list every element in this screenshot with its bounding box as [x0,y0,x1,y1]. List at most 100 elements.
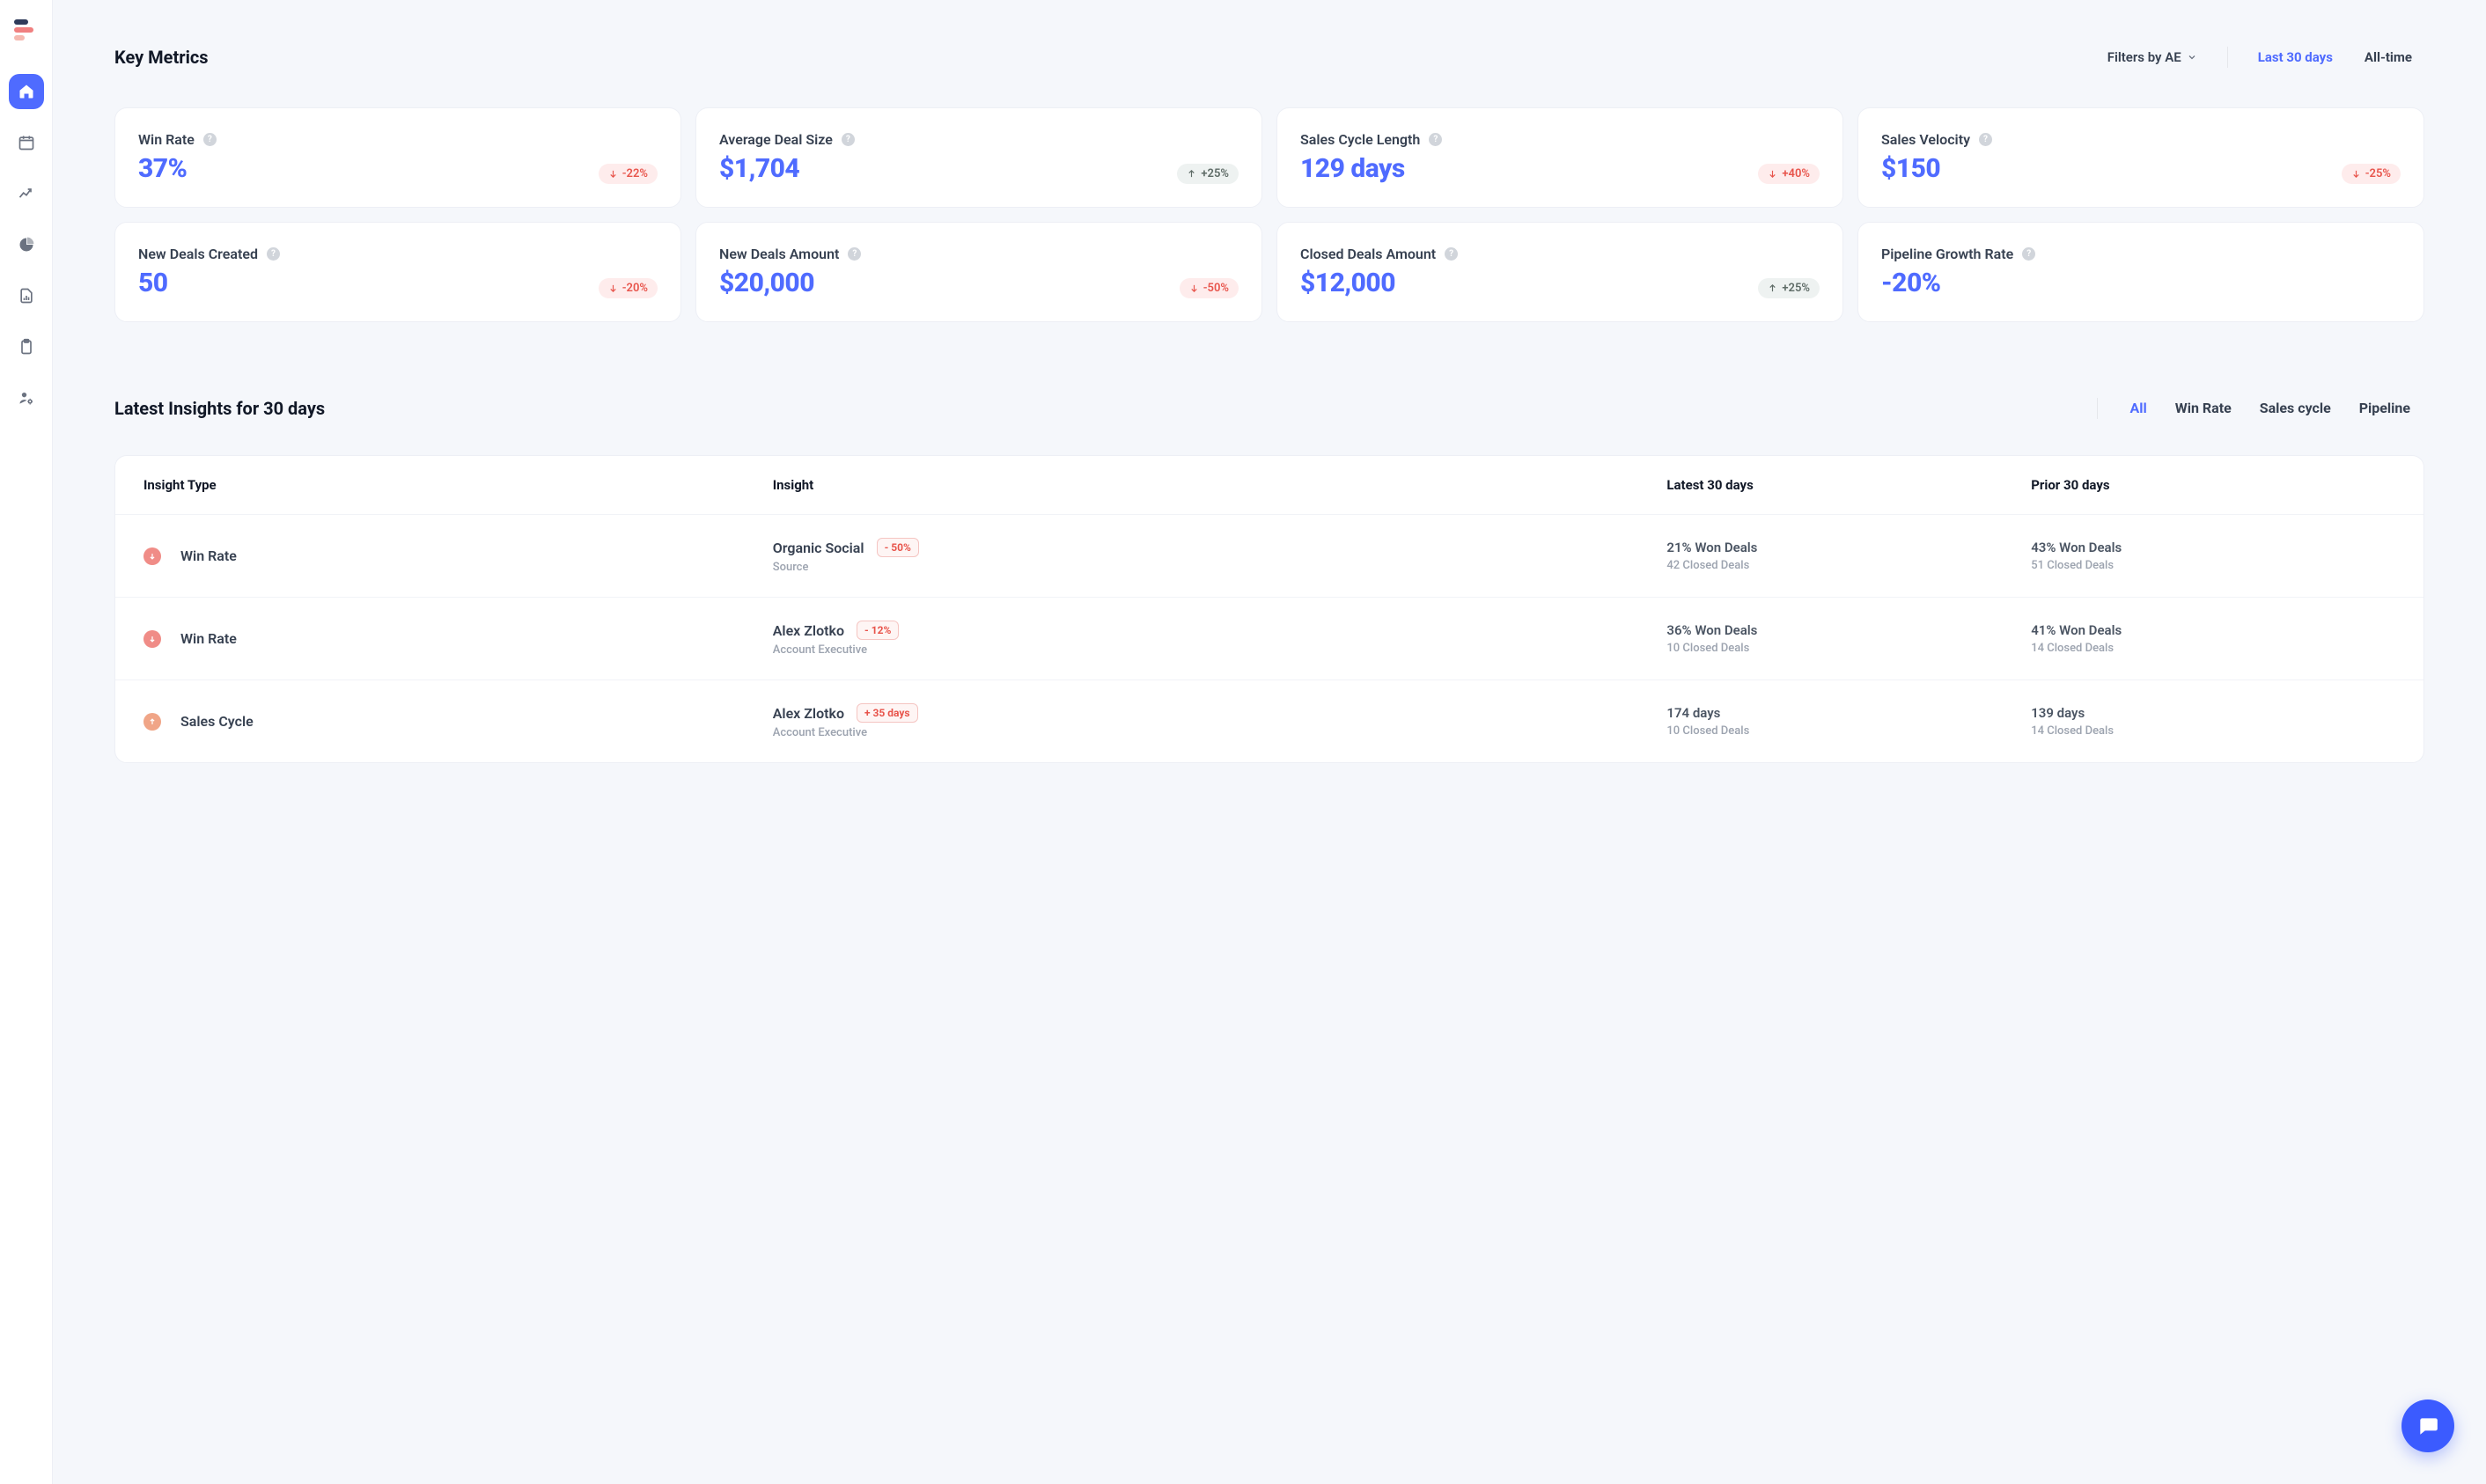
insights-header: Latest Insights for 30 days All Win Rate… [114,393,2424,423]
trend-icon [18,185,35,202]
metric-value: $12,000 [1300,268,1395,298]
metric-card[interactable]: Average Deal Size ? $1,704 +25% [695,107,1262,208]
help-icon[interactable]: ? [1429,133,1442,146]
table-row[interactable]: Win Rate Alex Zlotko - 12% Account Execu… [115,597,2423,680]
help-icon[interactable]: ? [2022,247,2035,261]
pie-chart-icon [18,236,35,253]
row-type-label: Win Rate [180,547,237,564]
metric-delta: -22% [622,167,648,180]
arrow-down-icon [1189,283,1199,293]
tab-all[interactable]: All [2115,393,2160,423]
nav-trend[interactable] [9,176,44,211]
row-type-cell: Win Rate [143,547,773,565]
insights-title: Latest Insights for 30 days [114,398,325,419]
chat-button[interactable] [2401,1400,2454,1452]
prior-secondary: 51 Closed Deals [2031,559,2395,572]
metric-label: Closed Deals Amount [1300,246,1436,262]
divider [2227,47,2228,68]
metric-delta-badge: -22% [599,164,658,184]
help-icon[interactable]: ? [1979,133,1992,146]
help-icon[interactable]: ? [848,247,861,261]
insight-pill: - 50% [877,538,919,557]
insight-pill: - 12% [857,621,899,640]
metric-card[interactable]: Pipeline Growth Rate ? -20% [1857,222,2424,322]
metric-value: $150 [1881,153,1940,184]
row-prior-cell: 43% Won Deals 51 Closed Deals [2031,540,2395,572]
app-logo [14,18,39,42]
metric-delta-badge: +40% [1758,164,1820,184]
clipboard-icon [18,338,35,356]
trend-down-icon [143,547,161,565]
nav-user-settings[interactable] [9,380,44,415]
help-icon[interactable]: ? [1445,247,1458,261]
trend-down-icon [143,630,161,648]
metric-value: 129 days [1300,153,1405,184]
nav-report[interactable] [9,278,44,313]
nav-pie[interactable] [9,227,44,262]
chat-icon [2416,1414,2439,1437]
col-header-prior: Prior 30 days [2031,477,2395,493]
metric-delta-badge: +25% [1177,164,1239,184]
latest-primary: 21% Won Deals [1666,540,2031,555]
col-header-insight: Insight [773,477,1667,493]
latest-primary: 36% Won Deals [1666,622,2031,638]
row-insight-cell: Alex Zlotko + 35 days Account Executive [773,703,1667,739]
insight-sub: Account Executive [773,726,1667,739]
divider [2097,398,2098,419]
row-latest-cell: 21% Won Deals 42 Closed Deals [1666,540,2031,572]
metric-label: Sales Cycle Length [1300,131,1420,148]
insight-title: Alex Zlotko [773,622,844,639]
tab-pipeline[interactable]: Pipeline [2345,393,2424,423]
row-type-cell: Win Rate [143,630,773,648]
insights-table: Insight Type Insight Latest 30 days Prio… [114,455,2424,763]
sidebar [0,0,53,1484]
row-latest-cell: 36% Won Deals 10 Closed Deals [1666,622,2031,655]
arrow-up-icon [1187,169,1196,179]
table-row[interactable]: Sales Cycle Alex Zlotko + 35 days Accoun… [115,680,2423,762]
metric-label: Pipeline Growth Rate [1881,246,2013,262]
latest-secondary: 10 Closed Deals [1666,642,2031,655]
metric-delta: +25% [1782,282,1810,295]
metrics-grid: Win Rate ? 37% -22% Average Deal Size ? … [114,107,2424,322]
metric-card[interactable]: New Deals Amount ? $20,000 -50% [695,222,1262,322]
help-icon[interactable]: ? [842,133,855,146]
metric-value: $1,704 [719,153,799,184]
time-last-30[interactable]: Last 30 days [2246,42,2345,72]
insight-title: Organic Social [773,540,864,556]
nav-home[interactable] [9,74,44,109]
metric-delta-badge: -25% [2342,164,2401,184]
prior-secondary: 14 Closed Deals [2031,724,2395,738]
user-gear-icon [18,389,35,407]
page-title: Key Metrics [114,47,209,68]
prior-secondary: 14 Closed Deals [2031,642,2395,655]
metric-card[interactable]: Sales Cycle Length ? 129 days +40% [1276,107,1843,208]
help-icon[interactable]: ? [267,247,280,261]
metric-value: 37% [138,153,187,184]
metric-label: Win Rate [138,131,195,148]
metric-card[interactable]: Win Rate ? 37% -22% [114,107,681,208]
help-icon[interactable]: ? [203,133,217,146]
col-header-latest: Latest 30 days [1666,477,2031,493]
tab-win-rate[interactable]: Win Rate [2161,393,2246,423]
row-insight-cell: Organic Social - 50% Source [773,538,1667,574]
time-all-time[interactable]: All-time [2352,42,2424,72]
metric-card[interactable]: Sales Velocity ? $150 -25% [1857,107,2424,208]
metric-label: New Deals Created [138,246,258,262]
latest-primary: 174 days [1666,705,2031,721]
metric-card[interactable]: Closed Deals Amount ? $12,000 +25% [1276,222,1843,322]
filter-by-ae[interactable]: Filters by AE [2095,42,2210,72]
metric-card[interactable]: New Deals Created ? 50 -20% [114,222,681,322]
table-row[interactable]: Win Rate Organic Social - 50% Source 21%… [115,514,2423,597]
nav-calendar[interactable] [9,125,44,160]
metric-delta-badge: -20% [599,278,658,298]
arrow-down-icon [608,283,618,293]
nav-clipboard[interactable] [9,329,44,364]
row-latest-cell: 174 days 10 Closed Deals [1666,705,2031,738]
latest-secondary: 10 Closed Deals [1666,724,2031,738]
prior-primary: 139 days [2031,705,2395,721]
metric-delta: +25% [1201,167,1229,180]
tab-sales-cycle[interactable]: Sales cycle [2246,393,2345,423]
row-type-cell: Sales Cycle [143,713,773,731]
prior-primary: 41% Won Deals [2031,622,2395,638]
metric-delta-badge: +25% [1758,278,1820,298]
